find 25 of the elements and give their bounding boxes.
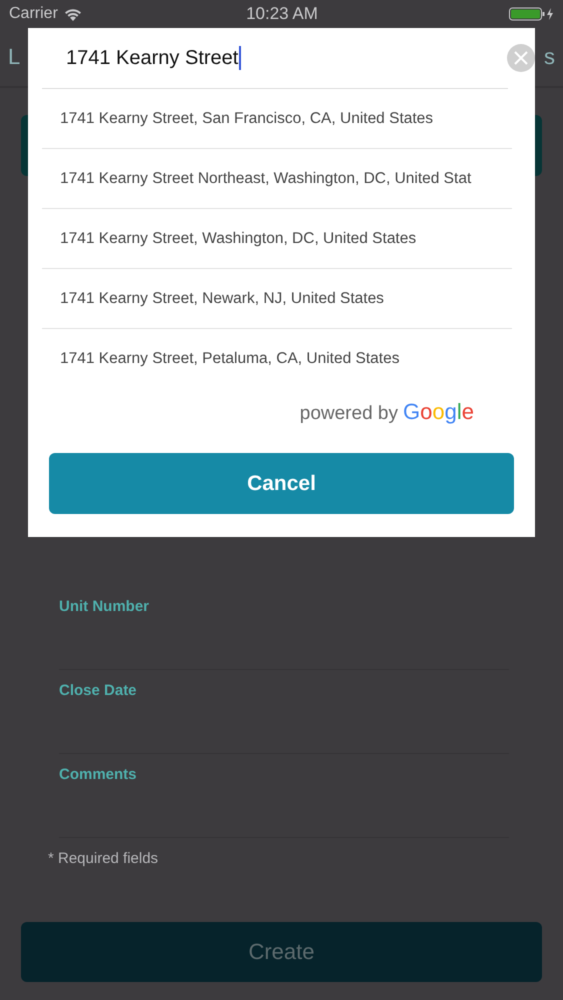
battery-icon — [508, 7, 555, 21]
result-item[interactable]: 1741 Kearny Street Northeast, Washington, DC, United Stat — [42, 149, 512, 209]
form-field[interactable]: Unit Number — [59, 586, 509, 670]
create-button[interactable]: Create — [21, 922, 542, 982]
form-field[interactable]: Close Date — [59, 670, 509, 754]
text-cursor — [239, 46, 242, 70]
result-item[interactable]: 1741 Kearny Street, Newark, NJ, United States — [42, 269, 512, 329]
result-item[interactable]: 1741 Kearny Street, San Francisco, CA, United States — [42, 89, 512, 149]
field-label: Comments — [59, 766, 137, 783]
carrier-name: Carrier — [9, 5, 58, 23]
nav-back-text[interactable]: L — [8, 44, 20, 70]
brand-logo: Google — [402, 399, 474, 425]
required-note: * Required fields — [48, 850, 158, 867]
form-field[interactable]: Comments — [59, 754, 509, 838]
attribution-text: powered by — [300, 403, 398, 425]
field-label: Close Date — [59, 682, 137, 699]
result-item[interactable]: 1741 Kearny Street, Petaluma, CA, United States — [42, 329, 512, 389]
field-label: Unit Number — [59, 598, 149, 615]
cancel-button[interactable]: Cancel — [49, 453, 514, 514]
nav-right-text[interactable]: s — [544, 44, 555, 70]
wifi-icon — [64, 8, 82, 20]
result-item[interactable]: 1741 Kearny Street, Washington, DC, United States — [42, 209, 512, 269]
clear-icon[interactable] — [507, 44, 535, 72]
clock-time: 10:23 AM — [246, 4, 318, 24]
search-field[interactable]: 1741 Kearny Street — [66, 46, 238, 70]
